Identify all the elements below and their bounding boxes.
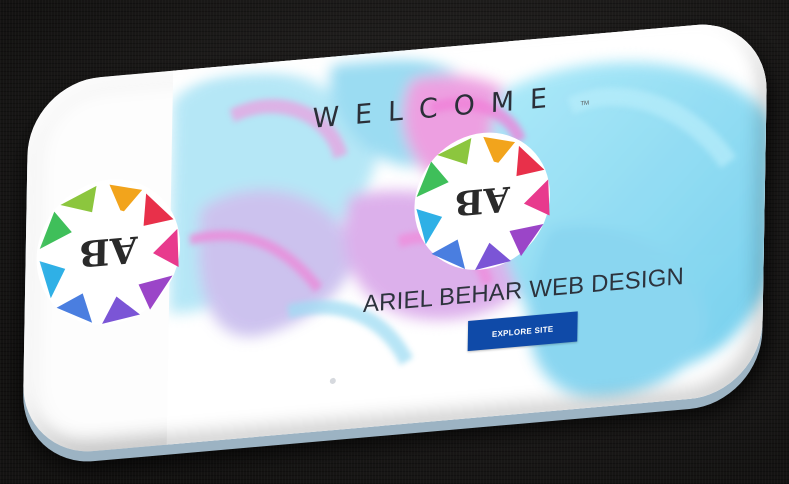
logo-monogram-center: AB (454, 178, 511, 223)
website-preview-card: WELCOME TM AB AB ARIEL BEHAR WEB DESIGN … (22, 18, 768, 458)
ab-logo-left: AB (36, 179, 181, 325)
logo-monogram-left: AB (79, 227, 139, 275)
trademark-mark: TM (580, 100, 590, 108)
ab-logo-center: AB (414, 132, 550, 271)
